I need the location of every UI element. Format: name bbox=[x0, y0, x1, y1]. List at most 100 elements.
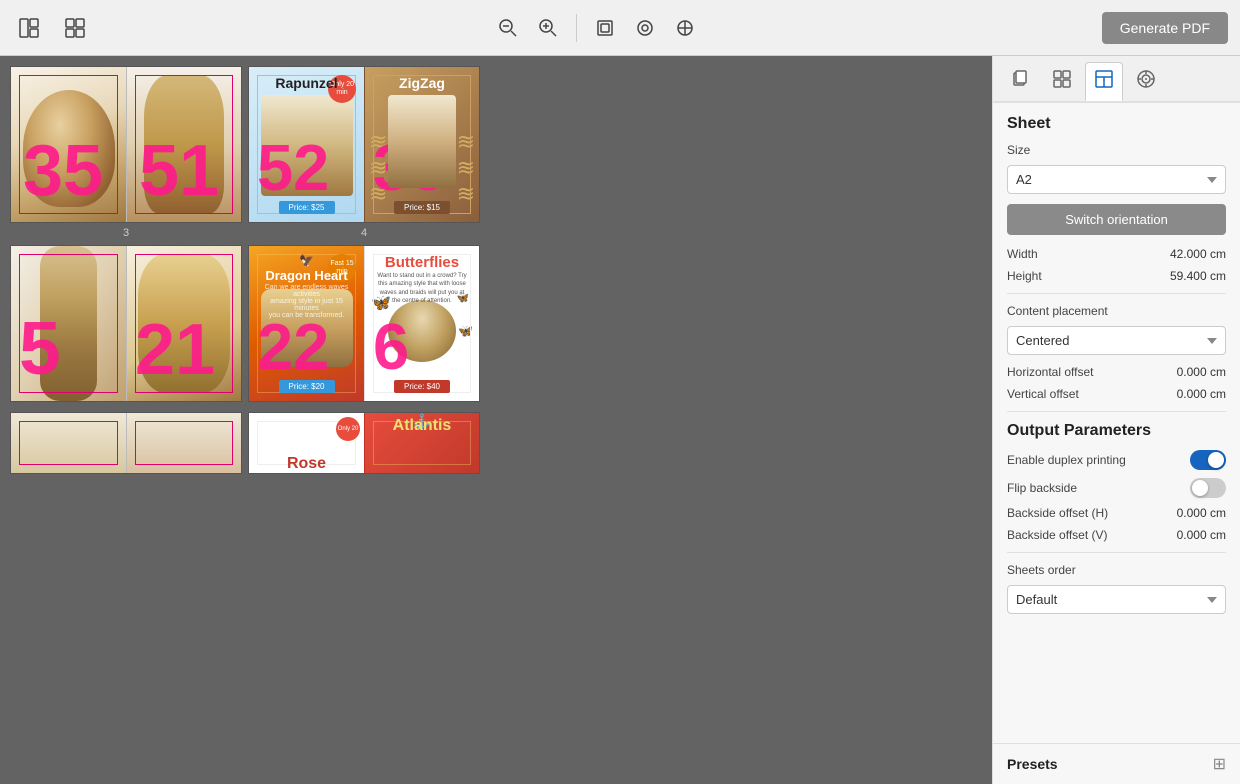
separator-2 bbox=[1007, 411, 1226, 412]
spread-22-6[interactable]: Fast 15 min 🦅 Dragon Heart Can we are en… bbox=[248, 245, 480, 402]
right-panel: Sheet Size A2 A3 A4 Letter Switch orient… bbox=[992, 56, 1240, 784]
page-atlantis[interactable]: Atlantis ⚓ bbox=[364, 413, 479, 473]
width-label: Width bbox=[1007, 247, 1038, 261]
content-placement-row: Content placement bbox=[1007, 304, 1226, 318]
backside-offset-v-value: 0.000 cm bbox=[1177, 528, 1226, 542]
page-num-21: 21 bbox=[135, 314, 215, 386]
width-value: 42.000 cm bbox=[1170, 247, 1226, 261]
sheets-order-select[interactable]: Default Reversed Custom bbox=[1007, 585, 1226, 614]
page-21[interactable]: 21 bbox=[126, 246, 241, 401]
tab-copy[interactable] bbox=[1001, 62, 1039, 101]
canvas-area[interactable]: 35 51 3 bbox=[0, 56, 992, 784]
presets-label: Presets bbox=[1007, 756, 1058, 772]
backside-offset-h-label: Backside offset (H) bbox=[1007, 506, 1108, 520]
page-num-52: 52 bbox=[257, 135, 329, 200]
height-label: Height bbox=[1007, 269, 1042, 283]
page-row-3: Rose Only 20 Atlantis ⚓ bbox=[10, 412, 982, 474]
fit-page-button[interactable] bbox=[589, 14, 621, 42]
page-row-1: 35 51 3 bbox=[10, 66, 982, 239]
vertical-offset-label: Vertical offset bbox=[1007, 387, 1079, 401]
page-35[interactable]: 35 bbox=[11, 67, 126, 222]
generate-pdf-button[interactable]: Generate PDF bbox=[1102, 12, 1228, 44]
spread-row3-right[interactable]: Rose Only 20 Atlantis ⚓ bbox=[248, 412, 480, 474]
presets-row: Presets ⊞ bbox=[993, 743, 1240, 784]
page-group-5-21: 5 21 bbox=[10, 245, 242, 406]
toolbar-left bbox=[12, 13, 92, 43]
page-group-22-6: Fast 15 min 🦅 Dragon Heart Can we are en… bbox=[248, 245, 480, 406]
tab-target[interactable] bbox=[1127, 62, 1165, 101]
vertical-offset-row: Vertical offset 0.000 cm bbox=[1007, 387, 1226, 401]
sheets-order-row: Sheets order bbox=[1007, 563, 1226, 577]
presets-grid-icon[interactable]: ⊞ bbox=[1213, 754, 1226, 774]
sheets-order-label: Sheets order bbox=[1007, 563, 1076, 577]
page-num-22: 22 bbox=[257, 314, 329, 379]
height-row: Height 59.400 cm bbox=[1007, 269, 1226, 283]
page-num-5: 5 bbox=[19, 311, 61, 386]
size-row: Size bbox=[1007, 143, 1226, 157]
toolbar-right: Generate PDF bbox=[1102, 12, 1228, 44]
toggle-thumb-duplex bbox=[1208, 452, 1224, 468]
page-group-4: Only 20 min Rapunzel Price: $25 52 ZigZa… bbox=[248, 66, 480, 239]
spread-5-21[interactable]: 5 21 bbox=[10, 245, 242, 402]
backside-offset-v-label: Backside offset (V) bbox=[1007, 528, 1108, 542]
tab-grid[interactable] bbox=[1043, 62, 1081, 101]
page-52[interactable]: Only 20 min Rapunzel Price: $25 52 bbox=[249, 67, 364, 222]
page-num-6: 6 bbox=[373, 314, 409, 379]
spread-row3-left[interactable] bbox=[10, 412, 242, 474]
flip-backside-label: Flip backside bbox=[1007, 481, 1077, 495]
tab-layout[interactable] bbox=[1085, 62, 1123, 101]
enable-duplex-label: Enable duplex printing bbox=[1007, 453, 1126, 467]
page-num-51: 51 bbox=[139, 135, 219, 207]
layout1-button[interactable] bbox=[12, 13, 46, 43]
actual-size-button[interactable] bbox=[669, 14, 701, 42]
height-value: 59.400 cm bbox=[1170, 269, 1226, 283]
page-label-3: 3 bbox=[123, 227, 129, 239]
page-51[interactable]: 51 bbox=[126, 67, 241, 222]
layout2-button[interactable] bbox=[58, 13, 92, 43]
panel-body: Sheet Size A2 A3 A4 Letter Switch orient… bbox=[993, 103, 1240, 743]
page-row3-1[interactable] bbox=[11, 413, 126, 473]
page-row-2: 5 21 Fast bbox=[10, 245, 982, 406]
page-group-3: 35 51 3 bbox=[10, 66, 242, 239]
page-rose[interactable]: Rose Only 20 bbox=[249, 413, 364, 473]
size-select[interactable]: A2 A3 A4 Letter bbox=[1007, 165, 1226, 194]
page-label-4: 4 bbox=[361, 227, 367, 239]
content-placement-select[interactable]: Centered Top Left Top Right Bottom Left bbox=[1007, 326, 1226, 355]
horizontal-offset-value: 0.000 cm bbox=[1177, 365, 1226, 379]
page-6[interactable]: Butterflies Want to stand out in a crowd… bbox=[364, 246, 479, 401]
switch-orientation-button[interactable]: Switch orientation bbox=[1007, 204, 1226, 235]
enable-duplex-toggle[interactable] bbox=[1190, 450, 1226, 470]
toolbar-divider bbox=[576, 14, 577, 42]
spread-4[interactable]: Only 20 min Rapunzel Price: $25 52 ZigZa… bbox=[248, 66, 480, 223]
badge-only20-rose: Only 20 bbox=[336, 417, 360, 441]
backside-offset-v-row: Backside offset (V) 0.000 cm bbox=[1007, 528, 1226, 542]
main-content: 35 51 3 bbox=[0, 56, 1240, 784]
horizontal-offset-row: Horizontal offset 0.000 cm bbox=[1007, 365, 1226, 379]
toggle-thumb-flip bbox=[1192, 480, 1208, 496]
page-36[interactable]: ZigZag ≋≋≋ ≋≋≋ Price: $15 36 bbox=[364, 67, 479, 222]
page-group-row3-left bbox=[10, 412, 242, 474]
page-group-row3-right: Rose Only 20 Atlantis ⚓ bbox=[248, 412, 480, 474]
horizontal-offset-label: Horizontal offset bbox=[1007, 365, 1094, 379]
flip-backside-toggle[interactable] bbox=[1190, 478, 1226, 498]
page-5[interactable]: 5 bbox=[11, 246, 126, 401]
vertical-offset-value: 0.000 cm bbox=[1177, 387, 1226, 401]
fit-width-button[interactable] bbox=[629, 14, 661, 42]
enable-duplex-row: Enable duplex printing bbox=[1007, 450, 1226, 470]
content-placement-label: Content placement bbox=[1007, 304, 1108, 318]
top-bar: Generate PDF bbox=[0, 0, 1240, 56]
panel-tabs bbox=[993, 56, 1240, 103]
page-row3-2[interactable] bbox=[126, 413, 241, 473]
spread-3[interactable]: 35 51 bbox=[10, 66, 242, 223]
width-row: Width 42.000 cm bbox=[1007, 247, 1226, 261]
zoom-out-button[interactable] bbox=[492, 14, 524, 42]
size-label: Size bbox=[1007, 143, 1030, 157]
sheet-section-title: Sheet bbox=[1007, 115, 1226, 133]
zoom-in-button[interactable] bbox=[532, 14, 564, 42]
toolbar-center bbox=[92, 14, 1102, 42]
flip-backside-row: Flip backside bbox=[1007, 478, 1226, 498]
backside-offset-h-value: 0.000 cm bbox=[1177, 506, 1226, 520]
separator-1 bbox=[1007, 293, 1226, 294]
page-22[interactable]: Fast 15 min 🦅 Dragon Heart Can we are en… bbox=[249, 246, 364, 401]
page-num-35: 35 bbox=[23, 135, 103, 207]
